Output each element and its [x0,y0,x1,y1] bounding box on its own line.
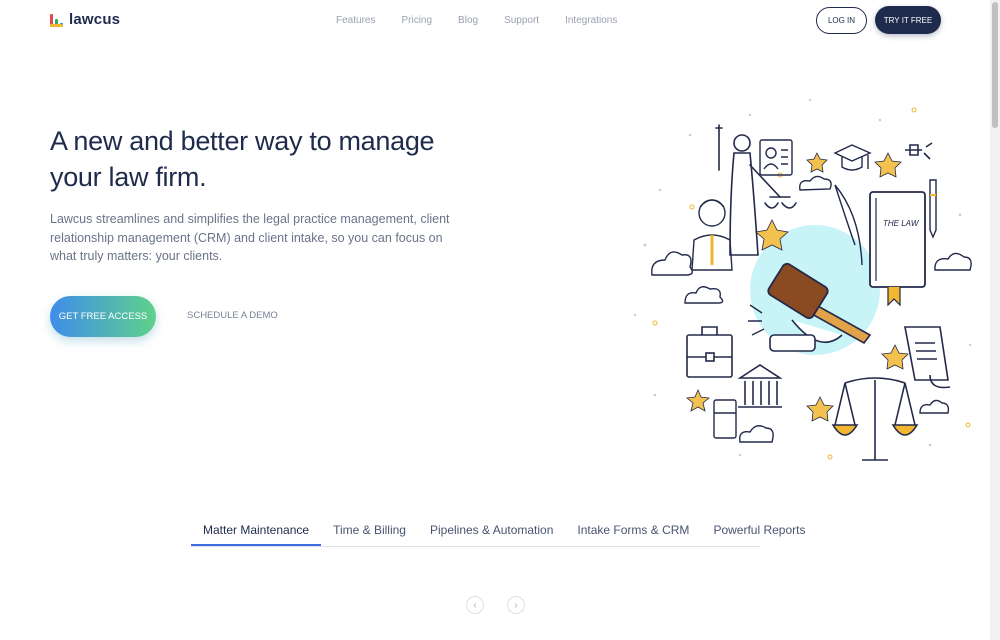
scales [831,377,919,461]
tab-powerful-reports[interactable]: Powerful Reports [701,520,817,546]
scrollbar-thumb[interactable] [992,2,998,128]
id-card [759,139,793,176]
hero-description: Lawcus streamlines and simplifies the le… [50,212,450,263]
nav-link-pricing[interactable]: Pricing [401,15,432,26]
nav-link-support[interactable]: Support [504,15,539,26]
login-button[interactable]: LOG IN [816,7,867,34]
tab-matter-maintenance[interactable]: Matter Maintenance [191,520,322,546]
page-scrollbar[interactable] [990,0,1000,640]
chevron-left-icon: ‹ [473,599,477,611]
schedule-demo-link[interactable]: SCHEDULE A DEMO [187,310,278,321]
nav-link-blog[interactable]: Blog [458,15,478,26]
hero-title: A new and better way to manage your law … [50,126,435,192]
brand-name: lawcus [69,11,121,28]
feature-tabs: Matter Maintenance Time & Billing Pipeli… [191,520,805,547]
top-nav: lawcus Features Pricing Blog Support Int… [0,0,990,42]
logo-icon [50,13,63,27]
tab-pipelines-automation[interactable]: Pipelines & Automation [418,520,565,546]
lawyer-figure [691,199,733,271]
nav-links: Features Pricing Blog Support Integratio… [336,15,617,26]
hydrant [713,399,737,439]
carousel-prev-button[interactable]: ‹ [466,596,484,614]
courthouse [737,364,783,408]
graduation-cap [833,144,872,171]
brand-logo[interactable]: lawcus [50,11,120,28]
pen [929,179,937,239]
get-free-access-button[interactable]: GET FREE ACCESS [50,296,156,337]
book-label: THE LAW [883,219,920,228]
tab-time-billing[interactable]: Time & Billing [321,520,418,546]
gavel-top [905,142,933,160]
nav-link-integrations[interactable]: Integrations [565,15,617,26]
try-free-button[interactable]: TRY IT FREE [875,6,941,34]
law-doodle-illustration: THE LAW [633,98,972,461]
scroll-document [904,326,951,389]
tab-intake-forms-crm[interactable]: Intake Forms & CRM [565,520,701,546]
chevron-right-icon: › [514,599,518,611]
carousel-next-button[interactable]: › [507,596,525,614]
hero-illustration: THE LAW [630,95,980,475]
nav-link-features[interactable]: Features [336,15,375,26]
briefcase [686,326,733,378]
